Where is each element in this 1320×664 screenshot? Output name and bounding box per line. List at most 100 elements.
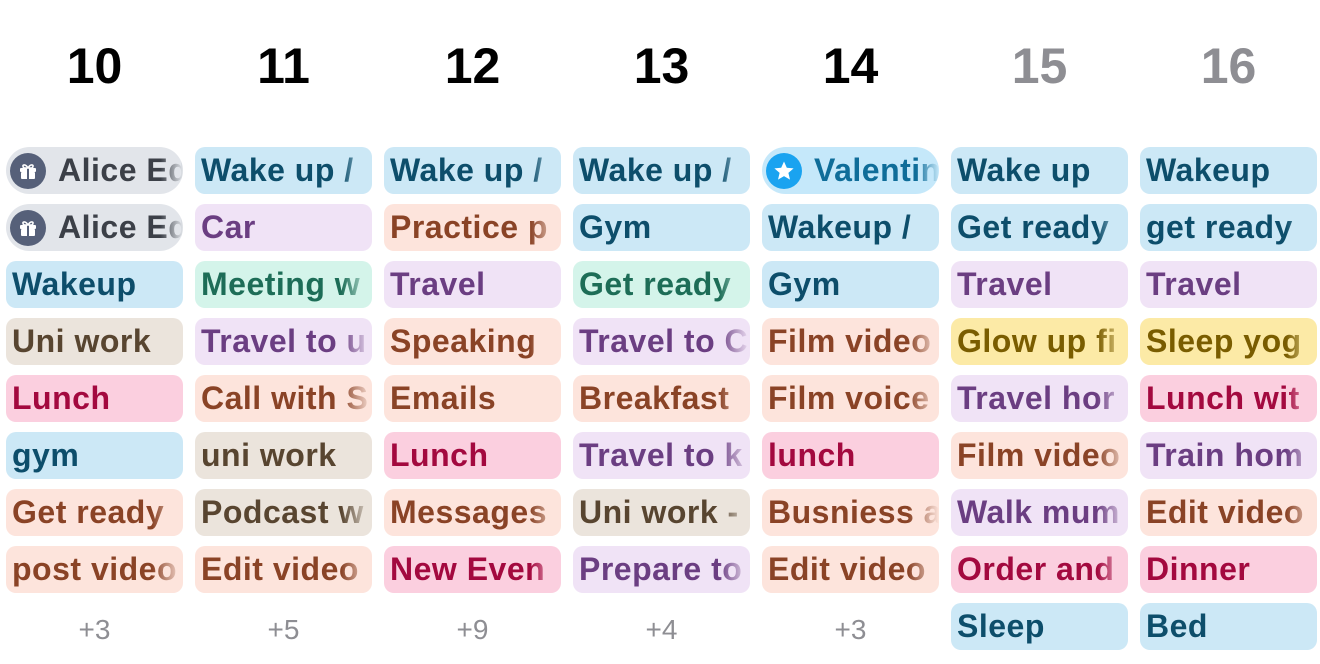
day-number[interactable]: 16 [1140, 34, 1317, 98]
event-title: Travel to C [579, 323, 749, 359]
event-chip[interactable]: Film video [951, 432, 1128, 479]
event-chip[interactable]: Gym [762, 261, 939, 308]
event-title: Get ready [579, 266, 732, 302]
event-chip[interactable]: Prepare to [573, 546, 750, 593]
event-chip[interactable]: Wakeup / [762, 204, 939, 251]
event-title: Alice Ed [58, 209, 183, 245]
event-chip[interactable]: Messages [384, 489, 561, 536]
day-column-16[interactable]: 16 Wakeup get ready Travel Sleep yog Lunch wi… [1140, 0, 1317, 664]
event-chip[interactable]: Travel [1140, 261, 1317, 308]
event-chip[interactable]: Breakfast [573, 375, 750, 422]
event-chip[interactable]: Lunch [384, 432, 561, 479]
event-chip[interactable]: Dinner [1140, 546, 1317, 593]
event-chip[interactable]: New Even [384, 546, 561, 593]
event-chip[interactable]: Edit video [195, 546, 372, 593]
day-column-12[interactable]: 12 Wake up / Practice p Travel Speaking Ema… [384, 0, 561, 664]
event-title: Messages [390, 494, 547, 530]
event-chip[interactable]: Speaking [384, 318, 561, 365]
day-column-15[interactable]: 15 Wake up Get ready Travel Glow up fi Travel… [951, 0, 1128, 664]
event-chip[interactable]: Train hom [1140, 432, 1317, 479]
event-title: Train hom [1146, 437, 1304, 473]
event-chip[interactable]: Wake up / [573, 147, 750, 194]
day-number[interactable]: 15 [951, 34, 1128, 98]
event-chip[interactable]: Get ready [6, 489, 183, 536]
event-title: Travel [390, 266, 486, 302]
day-number[interactable]: 12 [384, 34, 561, 98]
more-events-count[interactable]: +4 [573, 610, 750, 650]
event-title: Get ready [12, 494, 165, 530]
event-chip[interactable]: Walk mum [951, 489, 1128, 536]
event-chip[interactable]: Get ready [951, 204, 1128, 251]
event-title: uni work [201, 437, 337, 473]
event-chip[interactable]: Uni work - [573, 489, 750, 536]
event-chip[interactable]: Lunch wit [1140, 375, 1317, 422]
event-chip[interactable]: Film voice [762, 375, 939, 422]
day-column-10[interactable]: 10 Alice Ed Alice Ed Wakeup Uni work Lunch gym… [6, 0, 183, 664]
day-number[interactable]: 14 [762, 34, 939, 98]
gift-icon [10, 209, 46, 246]
more-events-count[interactable]: +3 [762, 610, 939, 650]
event-title: post video [12, 551, 178, 587]
event-chip[interactable]: Get ready [573, 261, 750, 308]
event-chip[interactable]: Podcast w [195, 489, 372, 536]
event-chip[interactable]: Film video [762, 318, 939, 365]
event-chip[interactable]: Order and [951, 546, 1128, 593]
event-chip[interactable]: Wake up / [384, 147, 561, 194]
event-title: Car [201, 209, 256, 245]
event-title: Lunch [12, 380, 111, 416]
event-chip[interactable]: Edit video [1140, 489, 1317, 536]
event-chip[interactable]: Wakeup [6, 261, 183, 308]
event-chip[interactable]: Alice Ed [6, 147, 183, 194]
event-chip[interactable]: Wake up / [195, 147, 372, 194]
event-chip[interactable]: Lunch [6, 375, 183, 422]
event-title: Lunch [390, 437, 489, 473]
event-chip[interactable]: Car [195, 204, 372, 251]
event-chip[interactable]: Gym [573, 204, 750, 251]
event-chip[interactable]: Travel to C [573, 318, 750, 365]
event-chip[interactable]: Travel [384, 261, 561, 308]
day-number[interactable]: 10 [6, 34, 183, 98]
day-number[interactable]: 11 [195, 34, 372, 98]
event-chip[interactable]: Uni work [6, 318, 183, 365]
event-title: Travel [1146, 266, 1242, 302]
event-chip[interactable]: uni work [195, 432, 372, 479]
event-title: Gym [579, 209, 652, 245]
event-title: Wakeup [1146, 152, 1271, 188]
event-chip[interactable]: Travel [951, 261, 1128, 308]
event-chip[interactable]: Bed [1140, 603, 1317, 650]
day-column-14[interactable]: 14 Valentin Wakeup / Gym Film video Film voi… [762, 0, 939, 664]
event-chip[interactable]: Edit video [762, 546, 939, 593]
event-chip[interactable]: lunch [762, 432, 939, 479]
day-number[interactable]: 13 [573, 34, 750, 98]
event-chip[interactable]: Call with S [195, 375, 372, 422]
event-chip[interactable]: Wake up [951, 147, 1128, 194]
event-chip[interactable]: post video [6, 546, 183, 593]
event-chip[interactable]: Practice p [384, 204, 561, 251]
event-chip[interactable]: Wakeup [1140, 147, 1317, 194]
event-chip[interactable]: Busniess a [762, 489, 939, 536]
event-chip[interactable]: Travel to k [573, 432, 750, 479]
event-chip[interactable]: Emails [384, 375, 561, 422]
event-chip[interactable]: Sleep yog [1140, 318, 1317, 365]
event-title: Meeting w [201, 266, 361, 302]
day-column-13[interactable]: 13 Wake up / Gym Get ready Travel to C Break… [573, 0, 750, 664]
event-chip[interactable]: gym [6, 432, 183, 479]
more-events-count[interactable]: +5 [195, 610, 372, 650]
event-title: get ready [1146, 209, 1293, 245]
event-chip[interactable]: Travel hor [951, 375, 1128, 422]
event-chip[interactable]: Sleep [951, 603, 1128, 650]
event-chip[interactable]: Glow up fi [951, 318, 1128, 365]
event-title: Travel to k [579, 437, 743, 473]
event-chip[interactable]: Alice Ed [6, 204, 183, 251]
event-chip[interactable]: Meeting w [195, 261, 372, 308]
event-title: Order and [957, 551, 1115, 587]
event-title: Travel [957, 266, 1053, 302]
event-chip[interactable]: get ready [1140, 204, 1317, 251]
more-events-count[interactable]: +3 [6, 610, 183, 650]
event-chip[interactable]: Valentin [762, 147, 939, 194]
event-title: Uni work - [579, 494, 739, 530]
event-chip[interactable]: Travel to u [195, 318, 372, 365]
day-column-11[interactable]: 11 Wake up / Car Meeting w Travel to u Call … [195, 0, 372, 664]
more-events-count[interactable]: +9 [384, 610, 561, 650]
event-title: Sleep [957, 608, 1045, 644]
